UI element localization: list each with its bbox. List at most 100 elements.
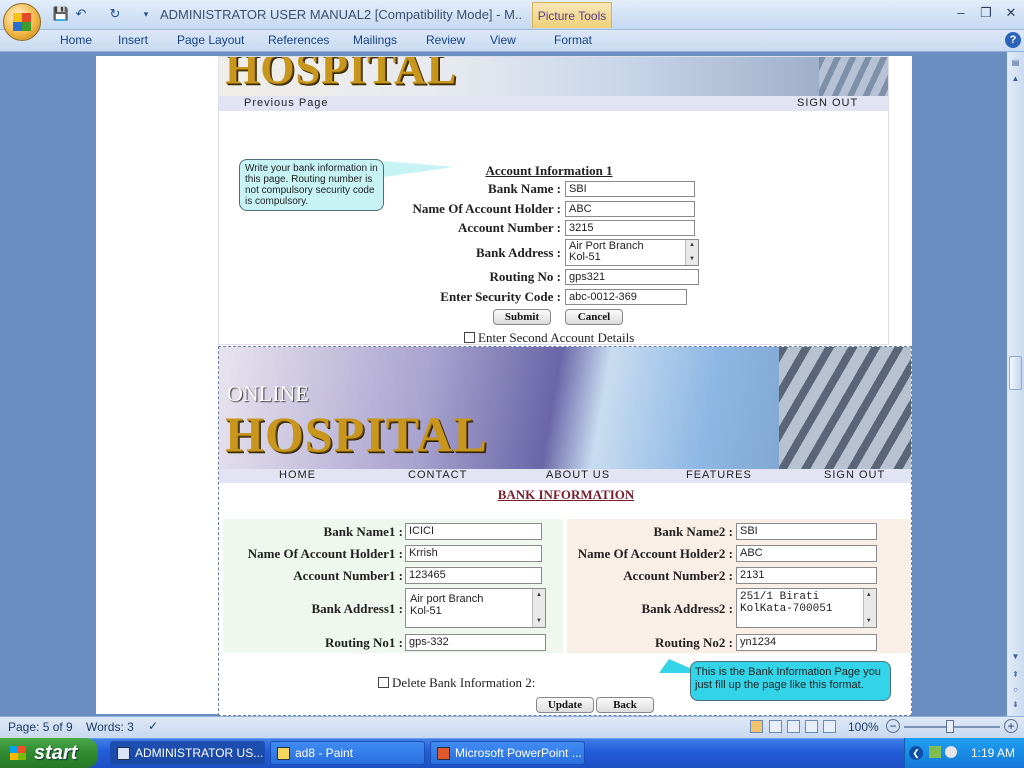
start-label: start	[34, 742, 78, 764]
instruction-callout: Write your bank information in this page…	[239, 159, 384, 211]
tab-format[interactable]: Format	[554, 33, 592, 47]
tray-expand-icon[interactable]: ❮	[909, 746, 923, 760]
callout-pointer	[384, 161, 454, 177]
bank-name1-input[interactable]: ICICI	[405, 523, 542, 540]
page-counter[interactable]: Page: 5 of 9	[8, 720, 73, 734]
nav-home[interactable]: HOME	[279, 469, 316, 481]
account-holder-label: Name Of Account Holder :	[412, 201, 561, 216]
tab-review[interactable]: Review	[426, 33, 465, 47]
taskbar-item-powerpoint[interactable]: Microsoft PowerPoint ...	[430, 741, 585, 765]
back-button[interactable]: Back	[596, 697, 654, 713]
draft-view-icon[interactable]	[823, 720, 836, 733]
bank-address2-textarea[interactable]: 251/1 Birati KolKata-700051	[736, 588, 877, 628]
close-button[interactable]: ✕	[1000, 4, 1022, 22]
tab-insert[interactable]: Insert	[118, 33, 148, 47]
undo-icon[interactable]: ↶	[72, 5, 90, 23]
tab-home[interactable]: Home	[60, 33, 92, 47]
tab-references[interactable]: References	[268, 33, 329, 47]
account-number-input[interactable]: 3215	[565, 220, 695, 236]
nav-about-us[interactable]: ABOUT US	[546, 469, 610, 481]
account-holder1-input[interactable]: Krrish	[405, 545, 542, 562]
bank-address-value: Air Port Branch Kol-51	[569, 240, 644, 263]
scroll-up-icon[interactable]: ▲	[1009, 72, 1022, 86]
paint-app-icon	[277, 747, 290, 760]
account-number1-input[interactable]: 123465	[405, 567, 542, 584]
scroll-down-icon[interactable]: ▼	[1009, 650, 1022, 664]
textarea-scrollbar[interactable]	[532, 589, 545, 627]
security-code-input[interactable]: abc-0012-369	[565, 289, 687, 305]
full-screen-reading-icon[interactable]	[769, 720, 782, 733]
hospital-banner: HOSPITAL	[219, 57, 888, 96]
routing-no1-input[interactable]: gps-332	[405, 634, 546, 651]
update-button[interactable]: Update	[536, 697, 594, 713]
bank-name2-input[interactable]: SBI	[736, 523, 877, 540]
security-code-label: Enter Security Code :	[440, 289, 561, 304]
taskbar-item-paint[interactable]: ad8 - Paint	[270, 741, 425, 765]
delete-bank-info-label: Delete Bank Information 2:	[392, 675, 536, 690]
start-button[interactable]: start	[0, 738, 98, 768]
routing-no2-label: Routing No2 :	[654, 635, 733, 650]
account-number2-input[interactable]: 2131	[736, 567, 877, 584]
previous-page-link[interactable]: Previous Page	[244, 97, 329, 109]
scroll-thumb[interactable]	[1009, 356, 1022, 390]
help-icon[interactable]: ?	[1005, 32, 1021, 48]
taskbar-item-label: Microsoft PowerPoint ...	[455, 746, 582, 760]
word-count[interactable]: Words: 3	[86, 720, 134, 734]
cancel-button[interactable]: Cancel	[565, 309, 623, 325]
picture-tools-label: Picture Tools	[532, 2, 612, 28]
redo-icon[interactable]: ↻	[106, 5, 124, 23]
account-number-label: Account Number :	[457, 220, 561, 235]
second-account-checkbox[interactable]	[464, 332, 475, 343]
web-layout-icon[interactable]	[787, 720, 800, 733]
delete-bank-info-checkbox[interactable]	[378, 677, 389, 688]
bank-info-heading: BANK INFORMATION	[497, 487, 635, 502]
building-image	[819, 57, 888, 96]
banner-online-text: ONLINE	[227, 381, 309, 406]
windows-logo-icon	[10, 746, 26, 760]
next-page-icon[interactable]: ⇟	[1009, 698, 1022, 712]
routing-no-input[interactable]: gps321	[565, 269, 699, 285]
browse-object-icon[interactable]: ○	[1009, 683, 1022, 697]
customize-qat-icon[interactable]: ▾	[137, 5, 155, 23]
previous-page-icon[interactable]: ⇞	[1009, 668, 1022, 682]
textarea-scrollbar[interactable]	[685, 240, 698, 265]
account-number1-label: Account Number1 :	[293, 568, 403, 583]
ruler-toggle-icon[interactable]: ▤	[1009, 56, 1022, 70]
restore-button[interactable]: ❐	[975, 4, 997, 22]
second-account-label: Enter Second Account Details	[478, 330, 635, 345]
account-number2-label: Account Number2 :	[623, 568, 733, 583]
proofing-icon[interactable]: ✓	[148, 719, 166, 735]
taskbar-item-word[interactable]: ADMINISTRATOR US...	[110, 741, 265, 765]
bank-address-textarea[interactable]: Air Port Branch Kol-51	[565, 239, 699, 266]
outline-view-icon[interactable]	[805, 720, 818, 733]
tab-page-layout[interactable]: Page Layout	[177, 33, 244, 47]
zoom-level[interactable]: 100%	[848, 720, 879, 734]
save-icon[interactable]: 💾	[52, 5, 70, 23]
nav-contact[interactable]: CONTACT	[408, 469, 467, 481]
tab-view[interactable]: View	[490, 33, 516, 47]
bank-name-input[interactable]: SBI	[565, 181, 695, 197]
nav-sign-out[interactable]: SIGN OUT	[824, 469, 885, 481]
main-nav-bar: HOME CONTACT ABOUT US FEATURES SIGN OUT	[219, 469, 911, 483]
zoom-in-icon[interactable]: +	[1004, 719, 1018, 733]
office-button[interactable]	[3, 3, 41, 41]
minimize-button[interactable]: –	[950, 4, 972, 22]
nav-features[interactable]: FEATURES	[686, 469, 752, 481]
textarea-scrollbar[interactable]	[863, 589, 876, 627]
security-icon[interactable]	[945, 746, 957, 758]
sign-out-link[interactable]: SIGN OUT	[797, 97, 858, 109]
submit-button[interactable]: Submit	[493, 309, 551, 325]
account-holder-input[interactable]: ABC	[565, 201, 695, 217]
network-icon[interactable]	[929, 746, 941, 758]
account-holder2-input[interactable]: ABC	[736, 545, 877, 562]
bank-address1-textarea[interactable]: Air port Branch Kol-51	[405, 588, 546, 628]
routing-no2-input[interactable]: yn1234	[736, 634, 877, 651]
print-layout-icon[interactable]	[750, 720, 763, 733]
account-info-screenshot[interactable]: HOSPITAL Previous Page SIGN OUT Write yo…	[218, 56, 889, 345]
bank-info-screenshot[interactable]: ONLINE HOSPITAL HOME CONTACT ABOUT US FE…	[218, 346, 912, 716]
tab-mailings[interactable]: Mailings	[353, 33, 397, 47]
account-holder2-label: Name Of Account Holder2 :	[577, 546, 733, 561]
zoom-slider-thumb[interactable]	[946, 720, 954, 733]
zoom-out-icon[interactable]: −	[886, 719, 900, 733]
clock[interactable]: 1:19 AM	[971, 746, 1015, 760]
